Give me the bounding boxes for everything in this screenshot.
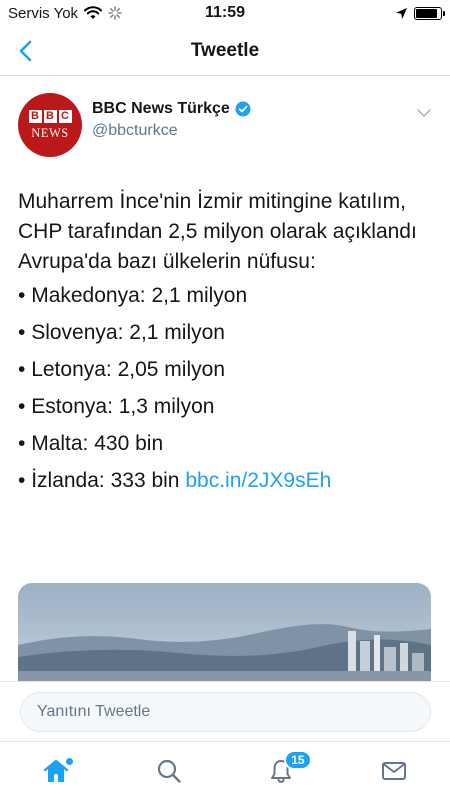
tweet-media-image[interactable] — [18, 583, 431, 693]
author-handle: @bbcturkce — [92, 122, 178, 139]
activity-spinner-icon — [108, 6, 122, 20]
list-item-text: Estonya: 1,3 milyon — [31, 395, 215, 418]
verified-badge-icon — [235, 101, 251, 117]
tweet: B B C NEWS BBC News Türkçe @bbcturkce Mu… — [0, 77, 450, 499]
author-name-row: BBC News Türkçe — [92, 100, 251, 118]
back-button[interactable] — [12, 38, 38, 64]
page-title: Tweetle — [190, 39, 260, 61]
news-wordmark: NEWS — [31, 125, 69, 140]
bullet-symbol: • — [18, 469, 26, 492]
notification-badge: 15 — [284, 750, 312, 770]
bullet-symbol: • — [18, 432, 26, 455]
battery-fill — [416, 8, 438, 18]
bullet-symbol: • — [18, 321, 26, 344]
reply-bar — [0, 681, 450, 741]
list-item: • Estonya: 1,3 milyon — [18, 388, 432, 425]
battery-icon — [414, 6, 445, 20]
list-item: • Malta: 430 bin — [18, 425, 432, 462]
author-name: BBC News Türkçe — [92, 100, 230, 117]
status-right — [395, 6, 445, 20]
tab-notifications[interactable]: 15 — [251, 746, 312, 796]
chevron-left-icon — [19, 40, 32, 62]
list-item-text: Letonya: 2,05 milyon — [31, 358, 225, 381]
tab-bar: 15 — [0, 741, 450, 800]
coastal-city-photo — [18, 624, 431, 693]
nav-bar: Tweetle — [0, 26, 450, 76]
tweet-header: B B C NEWS BBC News Türkçe @bbcturkce — [0, 77, 450, 167]
list-item-text: İzlanda: 333 bin — [31, 469, 180, 492]
list-item: • Makedonya: 2,1 milyon — [18, 277, 432, 314]
bbc-logo: B B C — [28, 109, 72, 123]
tweet-text: Muharrem İnce'nin İzmir mitingine katılı… — [0, 167, 450, 499]
status-left: Servis Yok — [8, 5, 122, 22]
bbc-logo-letter: B — [28, 109, 42, 123]
tweet-link[interactable]: bbc.in/2JX9sEh — [185, 469, 331, 492]
tab-home[interactable] — [26, 746, 86, 796]
author-block[interactable]: BBC News Türkçe @bbcturkce — [92, 100, 251, 140]
list-item: • Slovenya: 2,1 milyon — [18, 314, 432, 351]
list-item: • İzlanda: 333 bin bbc.in/2JX9sEh — [18, 462, 432, 499]
tweet-paragraph: Avrupa'da bazı ülkelerin nüfusu: — [18, 250, 316, 273]
list-item-text: Makedonya: 2,1 milyon — [31, 284, 248, 307]
tab-messages[interactable] — [364, 746, 424, 796]
reply-input[interactable] — [20, 692, 431, 732]
search-icon — [157, 759, 181, 783]
bullet-symbol: • — [18, 284, 26, 307]
tab-search[interactable] — [139, 746, 199, 796]
location-arrow-icon — [396, 7, 407, 19]
status-bar: Servis Yok 11:59 — [0, 0, 450, 26]
bullet-symbol: • — [18, 358, 26, 381]
mail-icon — [381, 762, 406, 780]
list-item-text: Malta: 430 bin — [31, 432, 164, 455]
bullet-list: • Makedonya: 2,1 milyon • Slovenya: 2,1 … — [18, 277, 432, 499]
new-content-dot — [66, 758, 74, 765]
bullet-symbol: • — [18, 395, 26, 418]
bbc-logo-letter: B — [43, 109, 57, 123]
bbc-logo-letter: C — [58, 109, 72, 123]
list-item: • Letonya: 2,05 milyon — [18, 351, 432, 388]
wifi-icon — [84, 6, 103, 19]
carrier-label: Servis Yok — [8, 4, 79, 22]
chevron-down-icon[interactable] — [416, 105, 432, 121]
tweet-paragraph: Muharrem İnce'nin İzmir mitingine katılı… — [18, 190, 417, 243]
avatar[interactable]: B B C NEWS — [18, 93, 82, 157]
list-item-text: Slovenya: 2,1 milyon — [31, 321, 225, 344]
